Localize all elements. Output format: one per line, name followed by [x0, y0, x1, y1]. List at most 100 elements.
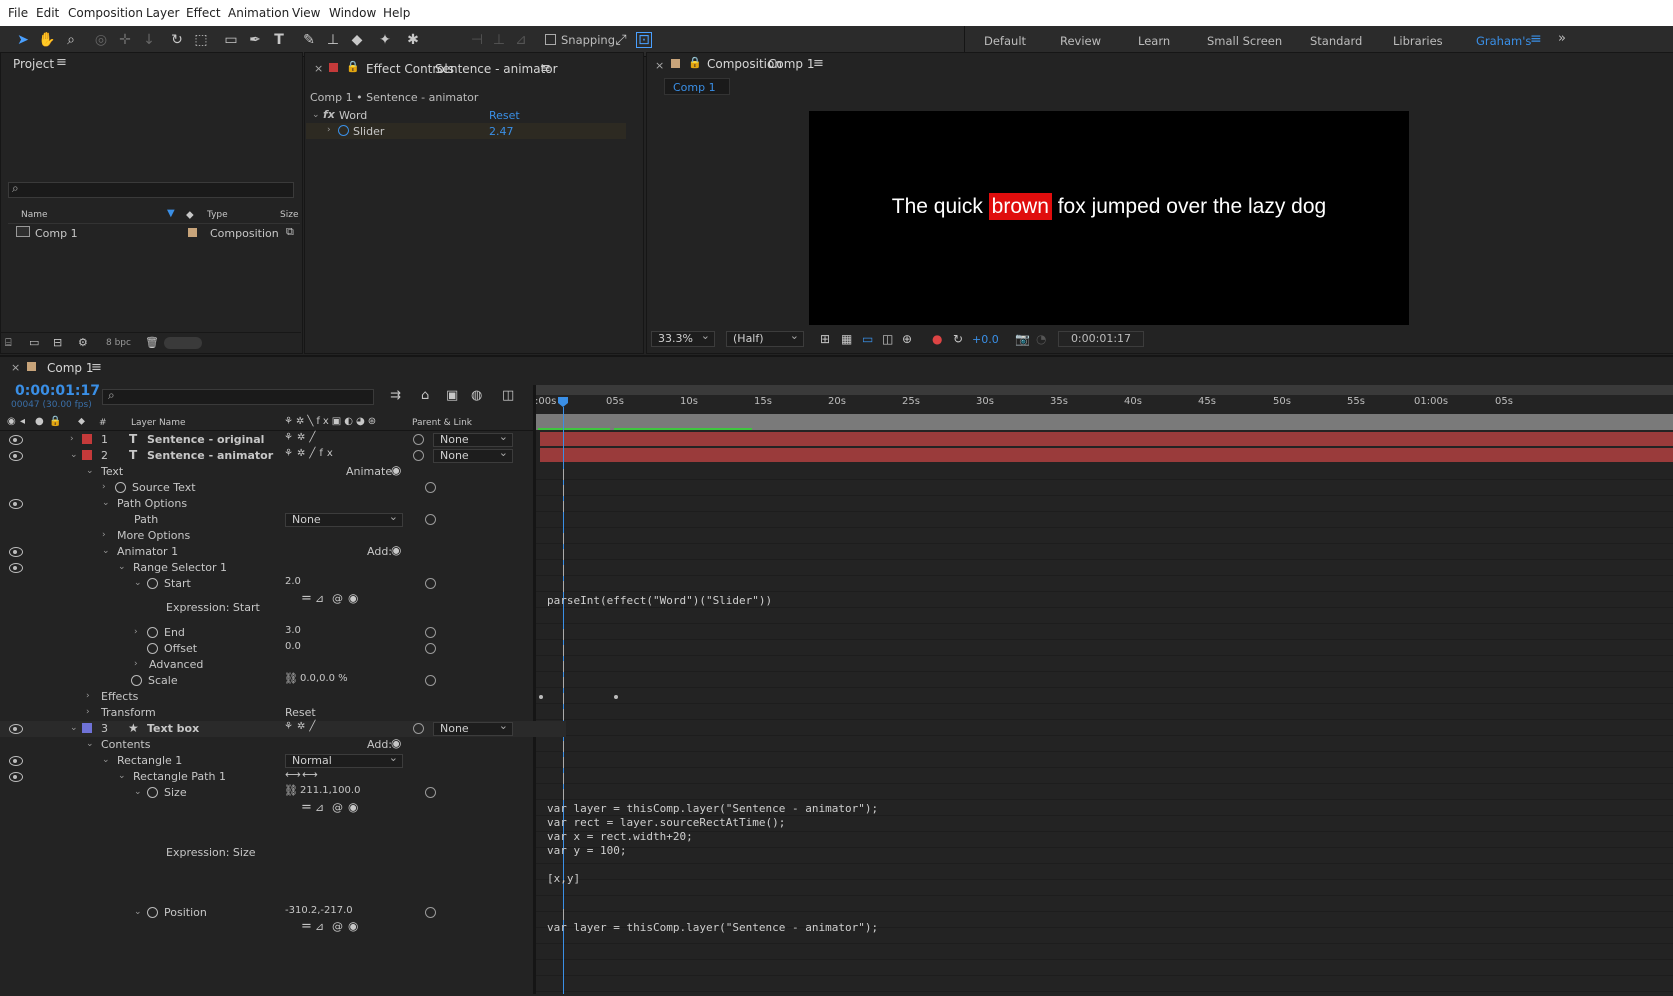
label-tag-icon[interactable]: ⬥: [186, 208, 194, 222]
eye-icon[interactable]: [9, 547, 23, 557]
timeline-tab-label[interactable]: Comp 1: [47, 361, 93, 375]
constrain-link-icon[interactable]: ⛓: [284, 784, 298, 797]
rectangle-tool-icon[interactable]: ▭: [222, 31, 240, 49]
mask-visibility-icon[interactable]: ▭: [862, 332, 873, 346]
project-settings-icon[interactable]: ⚙: [78, 336, 88, 349]
type-tool-icon[interactable]: T: [270, 31, 288, 49]
prop-effects[interactable]: › Effects: [0, 689, 566, 705]
layer-row-3[interactable]: ⌄ 3 ★ Text box ⚘✲╱ None: [0, 720, 566, 737]
interpret-footage-icon[interactable]: ⌸: [5, 336, 12, 350]
offset-value[interactable]: 0.0: [285, 641, 301, 652]
rotation-tool-icon[interactable]: ↻: [168, 31, 186, 49]
grid-guides-icon[interactable]: ⊕: [902, 332, 912, 346]
bit-depth-label[interactable]: 8 bpc: [106, 338, 131, 348]
slider-value[interactable]: 2.47: [489, 125, 514, 138]
solo-switch-icon[interactable]: ●: [35, 416, 44, 427]
start-value[interactable]: 2.0: [285, 576, 301, 587]
expression-pickwhip-icon[interactable]: @: [332, 801, 343, 814]
video-switch-icon[interactable]: ◉: [7, 416, 16, 427]
keyframe-marker[interactable]: [563, 741, 564, 752]
hand-tool-icon[interactable]: ✋: [38, 31, 56, 49]
project-panel-title[interactable]: Project: [13, 57, 54, 71]
graph-editor-icon[interactable]: ◫: [502, 388, 514, 403]
column-name[interactable]: Name: [21, 210, 48, 220]
expression-graph-icon[interactable]: ⊿: [315, 920, 324, 933]
layer-row-2[interactable]: ⌄ 2 T Sentence - animator ⚘✲╱fx None: [0, 447, 566, 464]
prop-more-options[interactable]: › More Options: [0, 528, 566, 544]
prop-contents[interactable]: ⌄ Contents Add: ◉: [0, 736, 566, 753]
prop-position[interactable]: ⌄ Position -310.2,-217.0: [0, 905, 566, 921]
tab-comp-1[interactable]: Comp 1: [664, 78, 730, 95]
workspace-review[interactable]: Review: [1060, 34, 1101, 48]
collapse-triangle-icon[interactable]: ⌄: [70, 723, 78, 733]
snapping-checkbox[interactable]: [545, 34, 556, 45]
collapse-triangle-icon[interactable]: ⌄: [312, 110, 320, 120]
eraser-tool-icon[interactable]: ◆: [348, 31, 366, 49]
prop-animator-1[interactable]: ⌄ Animator 1 Add: ◉: [0, 543, 566, 560]
prop-start[interactable]: ⌄ Start 2.0: [0, 576, 566, 592]
expression-pickwhip-icon[interactable]: @: [332, 920, 343, 933]
menu-animation[interactable]: Animation: [228, 6, 289, 20]
effect-controls-menu-icon[interactable]: ≡: [540, 61, 551, 76]
eye-icon[interactable]: [9, 435, 23, 445]
snap-mode-icon[interactable]: ⊡: [636, 32, 652, 48]
label-color-swatch[interactable]: [82, 434, 92, 444]
eye-icon[interactable]: [9, 756, 23, 766]
keyframe-marker[interactable]: [563, 757, 564, 768]
transparency-grid-icon[interactable]: ▦: [841, 332, 852, 346]
axis-local-icon[interactable]: ⊣: [468, 31, 486, 49]
enable-expression-icon[interactable]: =: [301, 800, 312, 815]
menu-view[interactable]: View: [292, 6, 320, 20]
parent-dropdown[interactable]: None: [433, 447, 513, 463]
audio-switch-icon[interactable]: ◂: [20, 416, 25, 427]
pan-behind-tool-icon[interactable]: ⬚: [192, 31, 210, 49]
workspace-libraries[interactable]: Libraries: [1393, 34, 1443, 48]
snap-options-icon[interactable]: ⤢: [612, 31, 630, 49]
magnification-dropdown[interactable]: 33.3%: [651, 329, 715, 347]
workspace-default[interactable]: Default: [984, 34, 1026, 48]
composition-name[interactable]: Comp 1: [768, 57, 814, 71]
motion-blur-icon[interactable]: ◍: [471, 388, 482, 403]
pen-tool-icon[interactable]: ✒: [246, 31, 264, 49]
prop-rectangle-1[interactable]: ⌄ Rectangle 1 Normal: [0, 752, 566, 769]
stopwatch-icon[interactable]: [338, 125, 349, 136]
timeline-search-input[interactable]: [102, 389, 374, 405]
expression-language-menu-icon[interactable]: ◉: [348, 919, 358, 933]
axis-view-icon[interactable]: ⊿: [512, 31, 530, 49]
collapse-triangle-icon[interactable]: ⌄: [86, 739, 94, 749]
prop-rectangle-path-1[interactable]: ⌄ Rectangle Path 1 ⟷ ⟷: [0, 768, 566, 785]
pick-whip-icon[interactable]: [413, 434, 424, 445]
keyframe-marker[interactable]: [563, 565, 564, 576]
pick-whip-icon[interactable]: [425, 514, 436, 525]
eye-icon[interactable]: [9, 724, 23, 734]
roto-brush-tool-icon[interactable]: ✦: [376, 31, 394, 49]
path-dropdown[interactable]: None: [285, 511, 403, 527]
prop-path[interactable]: Path None: [0, 511, 566, 528]
collapse-triangle-icon[interactable]: ⌄: [134, 578, 142, 588]
brush-tool-icon[interactable]: ✎: [300, 31, 318, 49]
thumbnail-slider[interactable]: [164, 337, 202, 349]
prop-advanced[interactable]: › Advanced: [0, 657, 566, 673]
reset-exposure-icon[interactable]: ↻: [953, 332, 963, 346]
lock-icon[interactable]: 🔒: [688, 56, 702, 69]
keyframe-dot[interactable]: [539, 695, 543, 699]
label-color-swatch[interactable]: [82, 450, 92, 460]
expand-triangle-icon[interactable]: ›: [327, 125, 331, 135]
prop-text[interactable]: ⌄ Text Animate: ◉: [0, 463, 566, 480]
expand-triangle-icon[interactable]: ›: [134, 627, 138, 637]
zoom-tool-icon[interactable]: ⌕: [62, 31, 80, 49]
layer-name[interactable]: Text box: [147, 722, 199, 735]
label-column-icon[interactable]: ⬥: [78, 416, 85, 427]
pick-whip-icon[interactable]: [425, 627, 436, 638]
prop-scale[interactable]: Scale ⛓ 0.0,0.0 %: [0, 672, 566, 689]
layer-name[interactable]: Sentence - animator: [147, 449, 273, 462]
label-color-swatch[interactable]: [82, 723, 92, 733]
prop-transform[interactable]: › Transform Reset: [0, 705, 566, 721]
collapse-triangle-icon[interactable]: ⌄: [134, 907, 142, 917]
stopwatch-icon[interactable]: [147, 578, 158, 589]
timeline-menu-icon[interactable]: ≡: [91, 360, 102, 375]
expand-panel-icon[interactable]: »: [1558, 31, 1566, 46]
project-search-input[interactable]: [8, 182, 294, 198]
stopwatch-icon[interactable]: [147, 643, 158, 654]
workspace-standard[interactable]: Standard: [1310, 34, 1362, 48]
